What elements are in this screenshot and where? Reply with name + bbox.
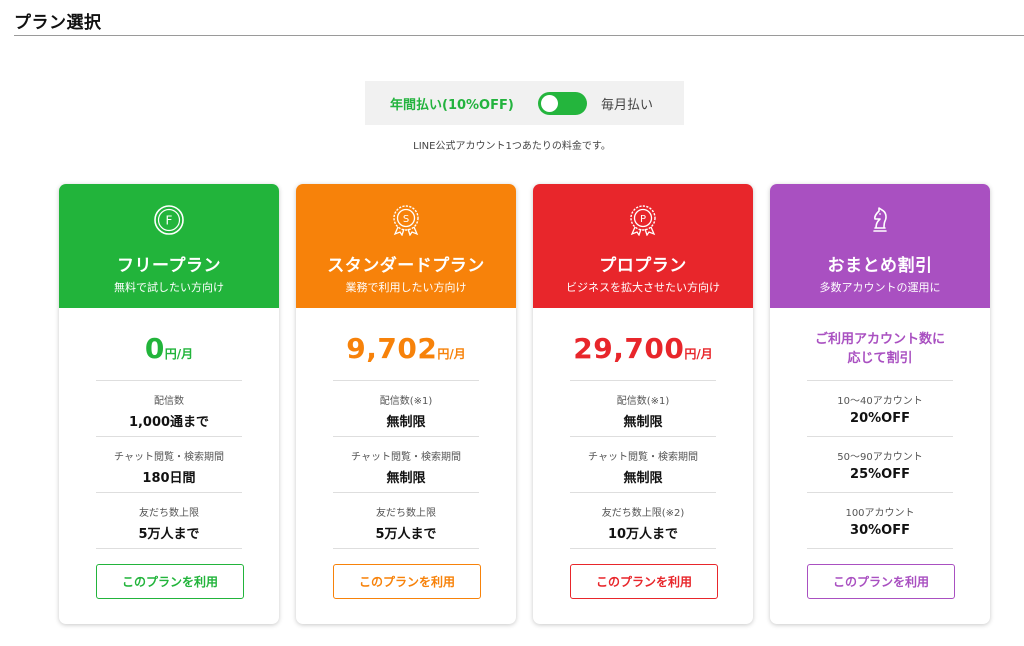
price-unit: 円/月: [684, 347, 713, 361]
price-amount: 9,702: [346, 332, 438, 365]
spec-value: 無制限: [623, 471, 663, 486]
spec-row: 配信数(※1) 無制限: [570, 381, 716, 437]
spec-value: 25%OFF: [850, 467, 910, 482]
spec-row: 友だち数上限(※2) 10万人まで: [570, 493, 716, 549]
svg-text:F: F: [166, 214, 173, 228]
spec-label: 配信数(※1): [379, 396, 433, 407]
spec-value: 無制限: [386, 471, 426, 486]
spec-row: チャット閲覧・検索期間 無制限: [333, 437, 479, 493]
price: 29,700円/月: [570, 308, 716, 381]
price-amount: 0: [144, 332, 165, 365]
title-divider: [14, 35, 1024, 36]
plan-name: おまとめ割引: [827, 256, 933, 276]
price-note: LINE公式アカウント1つあたりの料金です。: [413, 141, 611, 152]
spec-value: 30%OFF: [850, 523, 910, 538]
plan-subtitle: ビジネスを拡大させたい方向け: [566, 281, 720, 294]
spec-label: 友だち数上限(※2): [601, 508, 685, 519]
spec-row: 友だち数上限 5万人まで: [96, 493, 242, 549]
discount-headline-line: 応じて割引: [847, 351, 913, 366]
spec-label: 配信数: [154, 396, 184, 407]
spec-value: 無制限: [623, 415, 663, 430]
plan-subtitle: 多数アカウントの運用に: [819, 281, 941, 294]
spec-row: 10〜40アカウント 20%OFF: [807, 381, 953, 437]
use-plan-button-standard[interactable]: このプランを利用: [333, 564, 481, 599]
plan-card-pro: P プロプラン ビジネスを拡大させたい方向け 29,700円/月 配信数(※1)…: [533, 184, 753, 624]
spec-row: チャット閲覧・検索期間 無制限: [570, 437, 716, 493]
spec-value: 5万人まで: [375, 527, 437, 542]
p-medal-icon: P: [630, 205, 656, 236]
spec-label: チャット閲覧・検索期間: [588, 452, 698, 463]
plan-card-free: F フリープラン 無料で試したい方向け 0円/月 配信数 1,000通まで チャ…: [59, 184, 279, 624]
s-medal-icon: S: [393, 205, 419, 236]
svg-text:S: S: [403, 214, 409, 225]
plan-subtitle: 業務で利用したい方向け: [345, 281, 467, 294]
price: 0円/月: [96, 308, 242, 381]
spec-value: 180日間: [142, 471, 196, 486]
spec-label: チャット閲覧・検索期間: [351, 452, 461, 463]
plan-name: スタンダードプラン: [327, 256, 485, 276]
billing-toggle-box: 年間払い(10%OFF) 毎月払い: [365, 81, 684, 125]
price: 9,702円/月: [333, 308, 479, 381]
spec-label: 友だち数上限: [376, 508, 436, 519]
use-plan-button-free[interactable]: このプランを利用: [96, 564, 244, 599]
plan-subtitle: 無料で試したい方向け: [114, 281, 224, 294]
spec-value: 20%OFF: [850, 411, 910, 426]
plan-card-bundle-discount: おまとめ割引 多数アカウントの運用に ご利用アカウント数に 応じて割引 10〜4…: [770, 184, 990, 624]
price-amount: 29,700: [573, 332, 685, 365]
spec-label: 50〜90アカウント: [837, 452, 923, 463]
spec-label: 友だち数上限: [139, 508, 199, 519]
toggle-knob: [541, 95, 558, 112]
plan-name: フリープラン: [117, 256, 221, 276]
discount-headline-line: ご利用アカウント数に: [814, 332, 945, 347]
card-header: P プロプラン ビジネスを拡大させたい方向け: [533, 184, 753, 308]
spec-value: 1,000通まで: [128, 415, 210, 430]
spec-label: チャット閲覧・検索期間: [114, 452, 224, 463]
spec-row: 50〜90アカウント 25%OFF: [807, 437, 953, 493]
spec-label: 配信数(※1): [616, 396, 670, 407]
spec-value: 5万人まで: [138, 527, 200, 542]
spec-value: 10万人まで: [607, 527, 679, 542]
chess-knight-icon: [873, 207, 887, 232]
spec-row: 配信数 1,000通まで: [96, 381, 242, 437]
card-header: F フリープラン 無料で試したい方向け: [59, 184, 279, 308]
page-title: プラン選択: [14, 13, 102, 33]
billing-toggle-switch[interactable]: [538, 92, 587, 115]
spec-row: 100アカウント 30%OFF: [807, 493, 953, 549]
spec-value: 無制限: [386, 415, 426, 430]
plan-name: プロプラン: [599, 256, 687, 276]
spec-row: 友だち数上限 5万人まで: [333, 493, 479, 549]
svg-text:P: P: [640, 214, 646, 225]
spec-row: チャット閲覧・検索期間 180日間: [96, 437, 242, 493]
spec-row: 配信数(※1) 無制限: [333, 381, 479, 437]
card-header: おまとめ割引 多数アカウントの運用に: [770, 184, 990, 308]
use-plan-button-bundle[interactable]: このプランを利用: [807, 564, 955, 599]
f-badge-icon: F: [154, 205, 184, 235]
spec-label: 10〜40アカウント: [837, 396, 923, 407]
price-unit: 円/月: [437, 347, 466, 361]
annual-billing-label[interactable]: 年間払い(10%OFF): [390, 94, 514, 113]
plan-card-standard: S スタンダードプラン 業務で利用したい方向け 9,702円/月 配信数(※1)…: [296, 184, 516, 624]
spec-label: 100アカウント: [845, 508, 915, 519]
use-plan-button-pro[interactable]: このプランを利用: [570, 564, 718, 599]
monthly-billing-label[interactable]: 毎月払い: [601, 94, 653, 113]
card-header: S スタンダードプラン 業務で利用したい方向け: [296, 184, 516, 308]
discount-headline: ご利用アカウント数に 応じて割引: [807, 308, 953, 381]
price-unit: 円/月: [164, 347, 194, 361]
